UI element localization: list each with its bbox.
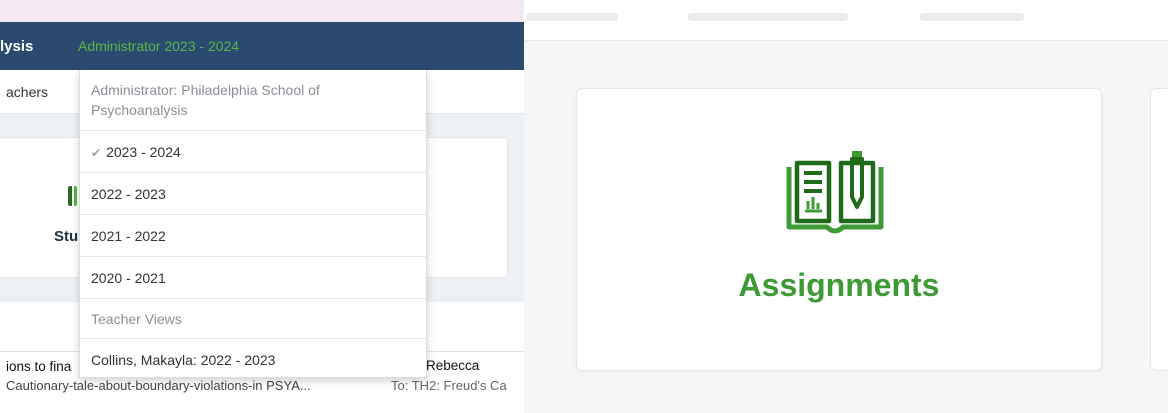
next-card-partial[interactable] [1150, 88, 1168, 371]
assignment-row-student: Rebecca [426, 358, 480, 373]
assignments-label: Assignments [738, 267, 940, 303]
dropdown-item-teacher-collins[interactable]: Collins, Makayla: 2022 - 2023 [80, 339, 426, 381]
right-topbar [524, 0, 1168, 41]
dropdown-item-2020-2021[interactable]: 2020 - 2021 [80, 257, 426, 299]
dropdown-header: Administrator: Philadelphia School of Ps… [80, 70, 426, 131]
top-strip [0, 0, 524, 22]
faded-nav-item[interactable] [688, 13, 848, 21]
faded-nav-item[interactable] [920, 13, 1024, 21]
dropdown-item-label: 2020 - 2021 [91, 270, 166, 286]
dropdown-item-2023-2024[interactable]: ✔ 2023 - 2024 [80, 131, 426, 173]
dropdown-item-label: 2022 - 2023 [91, 186, 166, 202]
right-panel: Assignments [524, 0, 1168, 413]
dropdown-item-label: 2021 - 2022 [91, 228, 166, 244]
students-icon [68, 186, 77, 206]
admin-year-dropdown-toggle[interactable]: Administrator 2023 - 2024 [78, 38, 239, 54]
assignment-row-title[interactable]: ions to fina [6, 359, 71, 374]
dropdown-item-2022-2023[interactable]: 2022 - 2023 [80, 173, 426, 215]
top-navbar: lysis Administrator 2023 - 2024 [0, 22, 524, 70]
faded-nav-item[interactable] [526, 13, 618, 21]
dropdown-item-label: 2023 - 2024 [106, 144, 181, 160]
assignments-book-icon [786, 151, 884, 234]
left-panel: lysis Administrator 2023 - 2024 achers S… [0, 0, 524, 413]
dropdown-item-label: Collins, Makayla: 2022 - 2023 [91, 352, 276, 368]
dropdown-item-2021-2022[interactable]: 2021 - 2022 [80, 215, 426, 257]
subnav-teachers-link[interactable]: achers [6, 84, 48, 100]
assignments-card[interactable]: Assignments [576, 88, 1102, 371]
check-icon: ✔ [91, 146, 102, 160]
navbar-brand[interactable]: lysis [0, 38, 33, 55]
students-card-label: Stu [54, 228, 79, 245]
dropdown-section-teacher-views: Teacher Views [80, 299, 426, 339]
admin-year-dropdown-menu: Administrator: Philadelphia School of Ps… [79, 70, 427, 378]
